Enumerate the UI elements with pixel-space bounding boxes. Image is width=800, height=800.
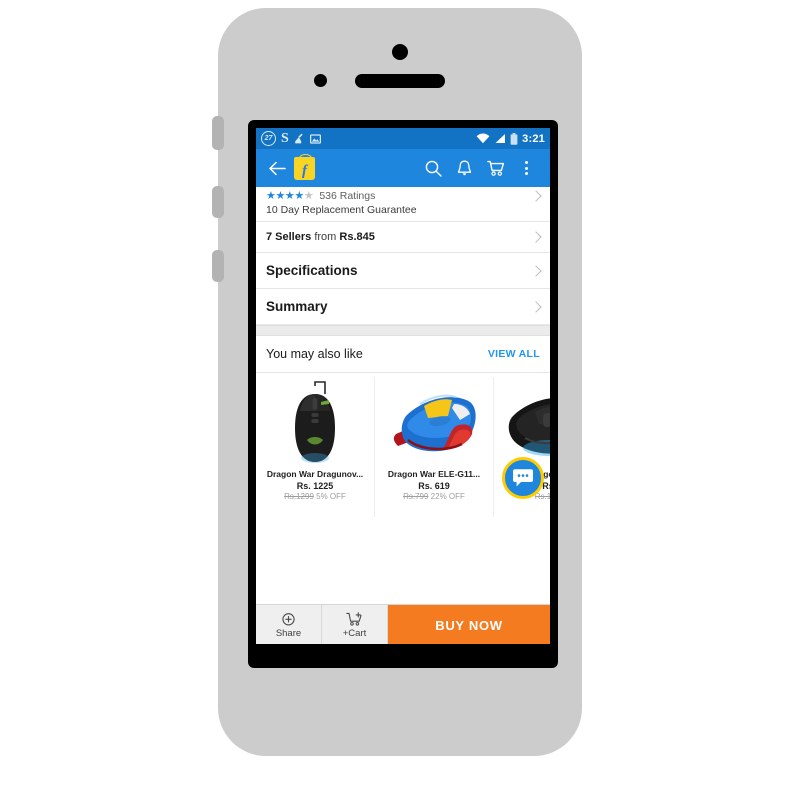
share-button[interactable]: Share [256, 605, 322, 644]
flipkart-logo-letter: f [302, 162, 307, 179]
chevron-right-icon [530, 264, 542, 277]
overflow-menu-icon [525, 161, 528, 175]
silent-switch-button[interactable] [212, 116, 224, 150]
arrow-left-icon [268, 161, 286, 175]
sellers-from-text: from [314, 231, 337, 243]
chevron-right-icon [530, 231, 542, 243]
product-name: Dragon War Dragunov... [266, 469, 364, 479]
product-discount: 22% OFF [430, 492, 465, 501]
screenshot-canvas: 27 S 3:21 f ★★★★★ 536 Ratings 10 Day Rep… [0, 0, 800, 800]
add-to-cart-icon [346, 612, 362, 626]
phone-screen-bezel: 27 S 3:21 f ★★★★★ 536 Ratings 10 Day Rep… [248, 120, 558, 668]
chevron-right-icon [530, 300, 542, 313]
black-gaming-mouse-icon [295, 381, 335, 463]
add-to-cart-button[interactable]: +Cart [322, 605, 388, 644]
buy-now-label: BUY NOW [435, 618, 503, 633]
product-image [500, 377, 550, 469]
sellers-row[interactable]: 7 Sellers from Rs.845 [256, 222, 550, 253]
cleaner-broom-icon [294, 133, 303, 144]
also-like-header: You may also like VIEW ALL [256, 336, 550, 373]
sellers-count: 7 Sellers [266, 231, 312, 243]
section-separator [256, 325, 550, 336]
product-mrp-and-discount: Rs.799 22% OFF [381, 492, 487, 501]
blue-gaming-mouse-icon [393, 394, 476, 452]
chat-support-button[interactable] [502, 457, 544, 499]
app-bar: f [256, 149, 550, 187]
screenshot-image-icon [309, 133, 321, 144]
replacement-guarantee-label: 10 Day Replacement Guarantee [266, 204, 417, 216]
volume-down-button[interactable] [212, 250, 224, 282]
also-like-title: You may also like [266, 347, 363, 361]
product-discount: 5% OFF [316, 492, 346, 501]
front-camera-icon [392, 44, 408, 60]
summary-row[interactable]: Summary [256, 289, 550, 325]
cart-button[interactable] [480, 160, 511, 177]
product-card[interactable]: Dragon War ELE-G11... Rs. 619 Rs.799 22%… [375, 377, 494, 517]
summary-label: Summary [266, 299, 328, 314]
product-mrp-and-discount: Rs.1299 5% OFF [262, 492, 368, 501]
share-label: Share [275, 627, 302, 639]
ratings-row-top: ★★★★★ 536 Ratings [266, 190, 542, 202]
search-icon [425, 160, 442, 177]
recommended-products-carousel[interactable]: Dragon War Dragunov... Rs. 1225 Rs.1299 … [256, 373, 550, 517]
status-bar: 27 S 3:21 [256, 128, 550, 149]
buy-now-button[interactable]: BUY NOW [388, 605, 550, 644]
star-rating-icon: ★★★★★ [266, 190, 314, 202]
status-bar-right-icons: 3:21 [476, 132, 545, 145]
product-card[interactable]: Dragon War Dragunov... Rs. 1225 Rs.1299 … [256, 377, 375, 517]
notifications-button[interactable] [449, 160, 480, 177]
back-button[interactable] [264, 161, 290, 176]
earpiece-speaker [355, 74, 445, 88]
volume-up-button[interactable] [212, 186, 224, 218]
ratings-row[interactable]: ★★★★★ 536 Ratings 10 Day Replacement Gua… [256, 187, 550, 222]
cart-icon [486, 160, 504, 176]
specifications-row[interactable]: Specifications [256, 253, 550, 289]
notification-count-badge-icon: 27 [261, 131, 276, 146]
notifications-bell-icon [457, 160, 472, 175]
proximity-sensor-icon [314, 74, 327, 87]
flipkart-logo-icon[interactable]: f [294, 153, 315, 180]
product-image [262, 377, 368, 469]
share-plus-icon [282, 612, 295, 625]
product-image [381, 377, 487, 469]
search-button[interactable] [418, 160, 449, 177]
phone-screen: 27 S 3:21 f ★★★★★ 536 Ratings 10 Day Rep… [256, 128, 550, 644]
product-price: Rs. 619 [418, 481, 450, 491]
wifi-icon [476, 133, 490, 144]
overflow-menu-button[interactable] [511, 161, 542, 175]
product-mrp: Rs.799 [403, 492, 429, 501]
phone-device-frame: 27 S 3:21 f ★★★★★ 536 Ratings 10 Day Rep… [212, 8, 582, 756]
product-price: Rs. 1225 [296, 481, 334, 491]
status-bar-clock: 3:21 [522, 132, 545, 145]
product-detail-scroll-area[interactable]: ★★★★★ 536 Ratings 10 Day Replacement Gua… [256, 187, 550, 644]
rating-count-label: 536 Ratings [319, 190, 376, 202]
skype-icon: S [281, 130, 289, 146]
chat-bubble-icon [513, 469, 533, 487]
chevron-right-icon [530, 190, 542, 202]
cellular-signal-icon [495, 134, 506, 143]
specifications-label: Specifications [266, 263, 358, 278]
sellers-price: Rs.845 [339, 231, 375, 243]
sellers-label: 7 Sellers from Rs.845 [266, 222, 526, 252]
product-name: Dragon War ELE-G11... [387, 469, 481, 479]
battery-icon [510, 132, 518, 145]
status-bar-left-icons: 27 S [261, 131, 321, 146]
view-all-button[interactable]: VIEW ALL [488, 348, 540, 360]
black-blue-gaming-mouse-icon [508, 398, 550, 456]
bottom-action-bar: Share +Cart BUY NOW [256, 604, 550, 644]
add-to-cart-label: +Cart [342, 628, 367, 639]
product-mrp: Rs.1299 [284, 492, 314, 501]
